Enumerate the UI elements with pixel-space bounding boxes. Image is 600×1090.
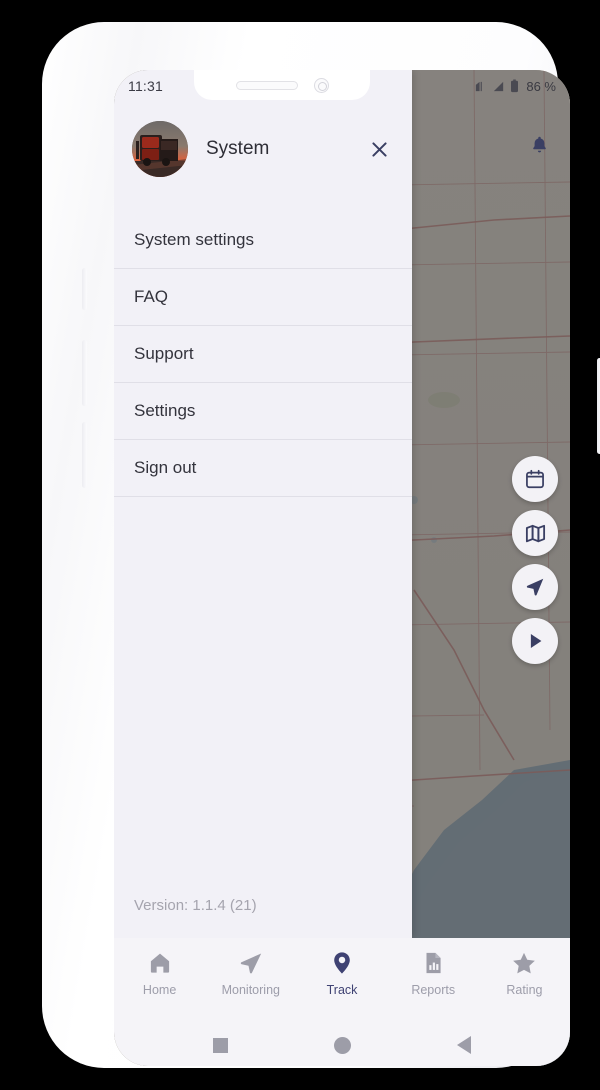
menu-item-settings[interactable]: Settings [114, 383, 412, 440]
report-chart-icon [426, 952, 441, 974]
nav-item-home[interactable]: Home [114, 950, 205, 997]
my-location-button[interactable] [512, 564, 558, 610]
earpiece-speaker [235, 80, 298, 90]
drawer-menu-list: System settings FAQ Support Settings Sig… [114, 212, 412, 497]
menu-item-support[interactable]: Support [114, 326, 412, 383]
back-triangle-icon[interactable] [457, 1036, 471, 1054]
nav-label: Home [142, 983, 177, 997]
phone-notch [194, 70, 370, 100]
map-layers-icon [525, 524, 545, 542]
star-icon [513, 952, 536, 974]
truck-avatar-image [132, 121, 188, 177]
nav-item-rating[interactable]: Rating [479, 950, 570, 997]
phone-screen: Sioux CityOmahaDesLincolnSaint JosephTop… [114, 70, 570, 1066]
phone-side-button-mute[interactable] [82, 268, 87, 310]
menu-item-label: FAQ [134, 287, 169, 306]
notification-bell-icon [532, 136, 546, 153]
play-button[interactable] [512, 618, 558, 664]
bottom-navigation-bar: Home Monitoring Track Reports Rating [114, 938, 570, 1024]
android-system-navigation [114, 1024, 570, 1066]
nav-label: Monitoring [221, 983, 280, 997]
notification-bell-button[interactable] [522, 128, 556, 162]
menu-item-label: Settings [134, 401, 196, 420]
home-icon [150, 953, 169, 973]
navigation-arrow-icon [526, 578, 544, 596]
location-pin-icon [334, 952, 350, 974]
send-arrow-icon [240, 953, 261, 974]
nav-item-reports[interactable]: Reports [388, 950, 479, 997]
map-layers-button[interactable] [512, 510, 558, 556]
menu-item-faq[interactable]: FAQ [114, 269, 412, 326]
menu-item-system-settings[interactable]: System settings [114, 212, 412, 269]
close-drawer-button[interactable] [364, 134, 394, 164]
screenshot-stage: Sioux CityOmahaDesLincolnSaint JosephTop… [0, 0, 600, 1090]
nav-item-monitoring[interactable]: Monitoring [205, 950, 296, 997]
phone-frame: Sioux CityOmahaDesLincolnSaint JosephTop… [42, 22, 600, 1068]
nav-label: Track [326, 983, 358, 997]
calendar-button[interactable] [512, 456, 558, 502]
map-action-buttons[interactable] [512, 456, 558, 664]
menu-item-label: Support [134, 344, 194, 363]
drawer-title: System [206, 138, 270, 159]
nav-label: Rating [506, 983, 543, 997]
home-circle-icon[interactable] [334, 1036, 351, 1054]
play-icon [530, 634, 542, 648]
navigation-drawer: System System settings FAQ Support Setti… [114, 70, 412, 938]
phone-side-button-volume-up[interactable] [82, 340, 87, 406]
recents-square-icon[interactable] [213, 1037, 228, 1053]
nav-label: Reports [411, 983, 456, 997]
menu-item-label: System settings [134, 230, 254, 249]
calendar-icon [526, 469, 544, 489]
user-avatar[interactable] [132, 121, 188, 177]
nav-item-track[interactable]: Track [296, 950, 387, 997]
drawer-spacer [114, 497, 412, 897]
menu-item-sign-out[interactable]: Sign out [114, 440, 412, 497]
close-icon [371, 141, 387, 157]
menu-item-label: Sign out [134, 458, 197, 477]
front-camera [313, 77, 329, 93]
app-version-label: Version: 1.1.4 (21) [134, 897, 257, 914]
phone-side-button-volume-down[interactable] [82, 422, 87, 488]
